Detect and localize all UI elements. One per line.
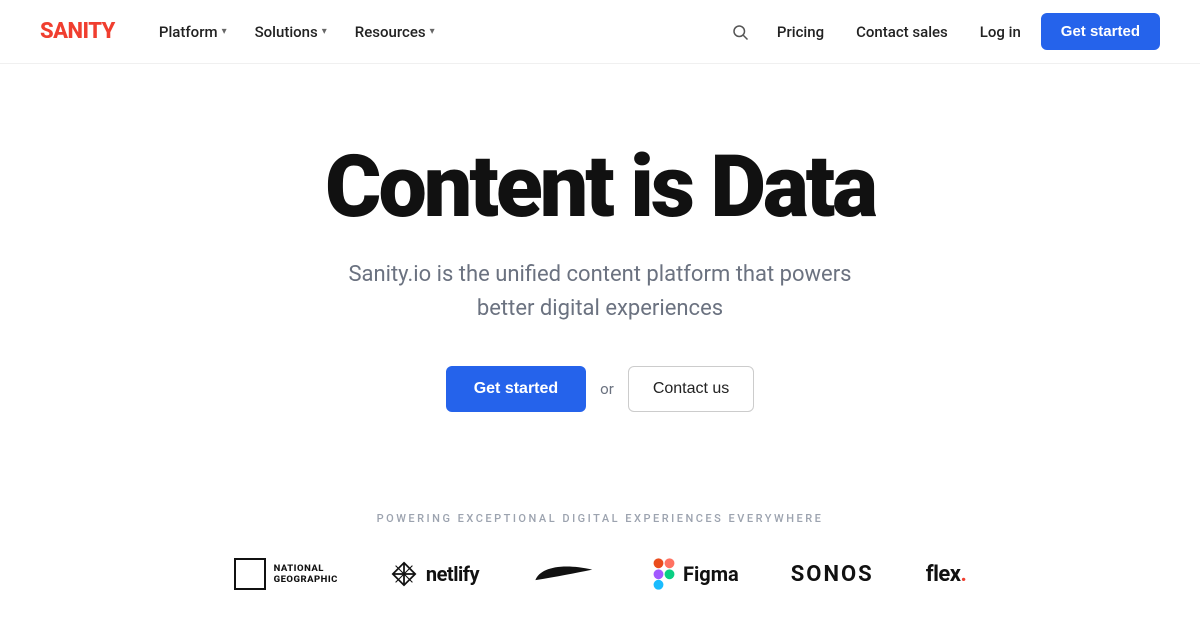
figma-icon <box>653 557 675 591</box>
nike-logo <box>531 560 601 588</box>
natgeo-logo: NATIONAL GEOGRAPHIC <box>234 558 338 590</box>
flex-logo: flex. <box>926 562 967 587</box>
netlify-wordmark: netlify <box>426 562 479 586</box>
natgeo-rect-icon <box>234 558 266 590</box>
get-started-hero-button[interactable]: Get started <box>446 366 586 412</box>
hero-section: Content is Data Sanity.io is the unified… <box>0 64 1200 472</box>
logos-row: NATIONAL GEOGRAPHIC netlify <box>234 557 967 591</box>
nav-pricing[interactable]: Pricing <box>765 15 836 49</box>
figma-wordmark: Figma <box>683 562 739 586</box>
netlify-logo: netlify <box>390 560 479 588</box>
nike-swoosh-icon <box>531 560 601 588</box>
logo-text: SANITY <box>40 19 115 44</box>
logo[interactable]: SANITY <box>40 19 115 44</box>
search-button[interactable] <box>723 15 757 49</box>
nav-right: Pricing Contact sales Log in Get started <box>723 13 1160 50</box>
nav-resources[interactable]: Resources ▾ <box>343 15 447 49</box>
nav-links: Platform ▾ Solutions ▾ Resources ▾ <box>147 15 723 49</box>
hero-cta: Get started or Contact us <box>446 366 755 412</box>
sonos-logo: SONOS <box>791 562 874 587</box>
or-text: or <box>600 380 614 398</box>
netlify-icon <box>390 560 418 588</box>
nav-platform[interactable]: Platform ▾ <box>147 15 239 49</box>
chevron-down-icon: ▾ <box>222 26 227 37</box>
flex-wordmark: flex. <box>926 562 967 587</box>
logos-tagline: POWERING EXCEPTIONAL DIGITAL EXPERIENCES… <box>377 512 824 525</box>
contact-us-button[interactable]: Contact us <box>628 366 754 412</box>
figma-logo: Figma <box>653 557 739 591</box>
navbar: SANITY Platform ▾ Solutions ▾ Resources … <box>0 0 1200 64</box>
chevron-down-icon: ▾ <box>430 26 435 37</box>
nav-contact-sales[interactable]: Contact sales <box>844 15 960 49</box>
nav-login[interactable]: Log in <box>968 15 1033 49</box>
hero-subtitle: Sanity.io is the unified content platfor… <box>340 258 860 326</box>
chevron-down-icon: ▾ <box>322 26 327 37</box>
search-icon <box>731 23 749 41</box>
nav-solutions[interactable]: Solutions ▾ <box>243 15 339 49</box>
natgeo-wordmark: NATIONAL GEOGRAPHIC <box>274 563 338 586</box>
get-started-nav-button[interactable]: Get started <box>1041 13 1160 50</box>
hero-title: Content is Data <box>325 144 875 230</box>
logos-section: POWERING EXCEPTIONAL DIGITAL EXPERIENCES… <box>0 472 1200 611</box>
sonos-wordmark: SONOS <box>791 562 874 587</box>
